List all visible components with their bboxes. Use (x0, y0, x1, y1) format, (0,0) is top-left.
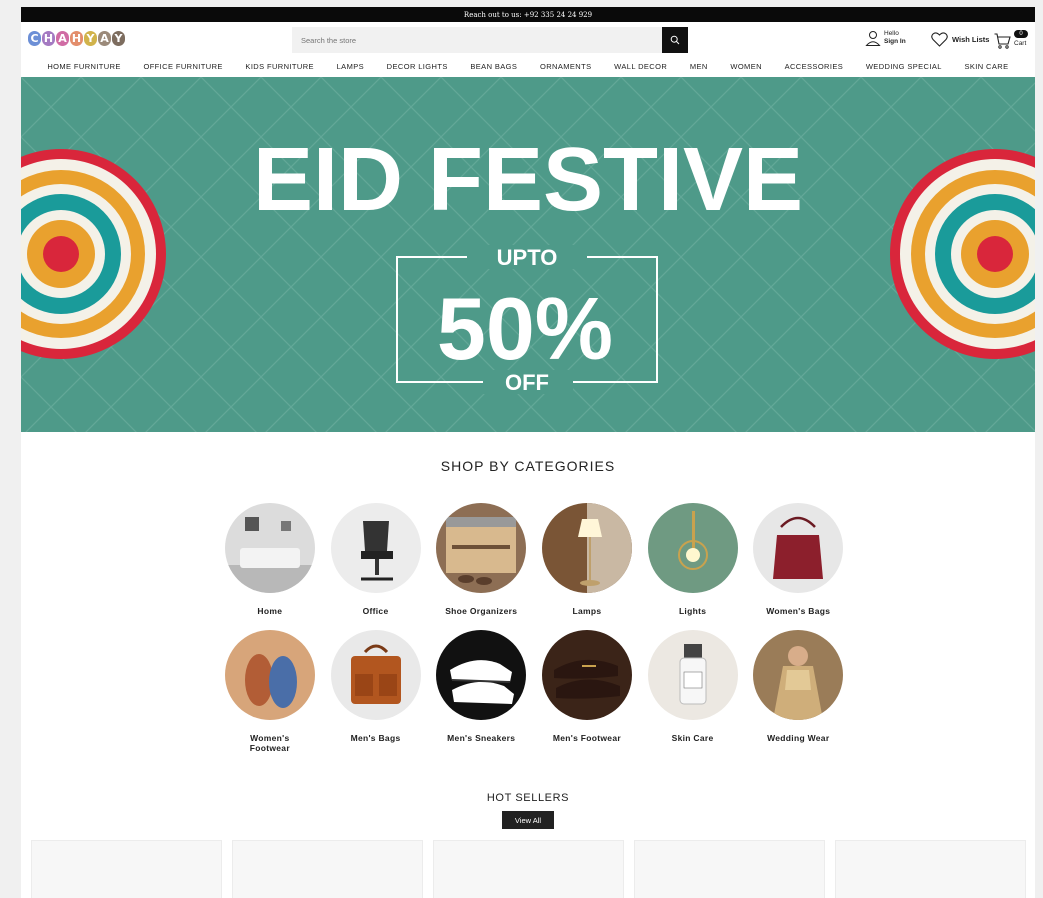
category-item-bridal-dress[interactable]: Wedding Wear (745, 630, 851, 760)
category-item-office-chair[interactable]: Office (323, 503, 429, 630)
category-label[interactable]: Men's Footwear (553, 733, 621, 744)
category-label[interactable]: Wedding Wear (767, 733, 829, 744)
floor-lamp-icon[interactable] (541, 503, 632, 593)
account-signin: Sign In (884, 38, 906, 45)
sneakers-icon[interactable] (436, 630, 527, 720)
womens-bag-icon[interactable] (753, 503, 844, 593)
announcement-bar: Reach out to us: +92 335 24 24 929 (21, 7, 1035, 22)
product-card[interactable] (232, 840, 423, 898)
office-chair-icon[interactable] (330, 503, 421, 593)
search-bar (292, 27, 688, 53)
nav-item-women[interactable]: WOMEN (730, 62, 762, 71)
product-row (31, 840, 1026, 898)
category-item-serum-bottle[interactable]: Skin Care (640, 630, 746, 760)
banner-off: OFF (505, 370, 549, 395)
mens-bag-icon[interactable] (330, 630, 421, 720)
category-item-womens-bag[interactable]: Women's Bags (745, 503, 851, 630)
logo-letter: Y (83, 30, 98, 47)
product-card[interactable] (31, 840, 222, 898)
nav-item-men[interactable]: MEN (690, 62, 708, 71)
category-item-floor-lamp[interactable]: Lamps (534, 503, 640, 630)
product-card[interactable] (433, 840, 624, 898)
nav-item-lamps[interactable]: LAMPS (337, 62, 364, 71)
nav-item-skin-care[interactable]: SKIN CARE (964, 62, 1008, 71)
logo-letter: H (69, 30, 84, 47)
category-item-wall-light[interactable]: Lights (640, 503, 746, 630)
hero-banner[interactable]: EID FESTIVE UPTO 50% OFF (21, 77, 1035, 432)
site-logo[interactable]: CHAHYAY (27, 30, 126, 47)
site-header: CHAHYAY Hello Sign In Wish Lists 0 Cart (21, 22, 1035, 56)
heart-icon (931, 32, 948, 47)
bridal-dress-icon[interactable] (753, 630, 844, 720)
category-item-mens-loafer[interactable]: Men's Footwear (534, 630, 640, 760)
wall-light-icon[interactable] (647, 503, 738, 593)
category-grid: Home Office Shoe Organizers Lamps Lights Wome… (217, 503, 844, 760)
category-label[interactable]: Women's Bags (766, 606, 830, 617)
nav-item-wedding-special[interactable]: WEDDING SPECIAL (866, 62, 942, 71)
category-item-home-furniture[interactable]: Home (217, 503, 323, 630)
category-label[interactable]: Skin Care (672, 733, 714, 744)
logo-letter: Y (111, 30, 126, 47)
banner-upto: UPTO (497, 245, 558, 270)
announcement-text: Reach out to us: +92 335 24 24 929 (463, 10, 593, 19)
category-label[interactable]: Home (257, 606, 282, 617)
category-item-mens-bag[interactable]: Men's Bags (323, 630, 429, 760)
nav-item-decor-lights[interactable]: DECOR LIGHTS (387, 62, 448, 71)
shoe-organizer-icon[interactable] (436, 503, 527, 593)
category-label[interactable]: Lamps (572, 606, 601, 617)
cart-label: Cart (1014, 40, 1027, 47)
banner-artwork: EID FESTIVE UPTO 50% OFF (21, 77, 1035, 432)
hot-sellers-heading: HOT SELLERS (486, 792, 570, 804)
nav-item-accessories[interactable]: ACCESSORIES (785, 62, 844, 71)
nav-item-bean-bags[interactable]: BEAN BAGS (470, 62, 517, 71)
account-hello: Hello (884, 30, 899, 37)
categories-heading: SHOP BY CATEGORIES (440, 458, 616, 474)
nav-item-wall-decor[interactable]: WALL DECOR (614, 62, 667, 71)
wishlist-link[interactable]: Wish Lists (931, 32, 989, 47)
logo-letter: A (55, 30, 70, 47)
category-label[interactable]: Lights (679, 606, 706, 617)
home-furniture-icon[interactable] (224, 503, 315, 593)
account-link[interactable]: Hello Sign In (865, 30, 906, 46)
category-item-sneakers[interactable]: Men's Sneakers (428, 630, 534, 760)
nav-item-home-furniture[interactable]: HOME FURNITURE (47, 62, 121, 71)
view-all-button[interactable]: View All (502, 811, 554, 829)
category-label[interactable]: Women's Footwear (240, 733, 300, 753)
search-icon (670, 35, 680, 45)
mens-loafer-icon[interactable] (541, 630, 632, 720)
user-icon (865, 31, 881, 46)
cart-link[interactable]: 0 Cart (994, 30, 1034, 51)
search-input[interactable] (292, 27, 662, 53)
logo-letter: C (27, 30, 42, 47)
banner-title: EID FESTIVE (253, 130, 803, 230)
product-card[interactable] (634, 840, 825, 898)
nav-item-office-furniture[interactable]: OFFICE FURNITURE (143, 62, 222, 71)
product-card[interactable] (835, 840, 1026, 898)
page: Reach out to us: +92 335 24 24 929 CHAHY… (21, 7, 1035, 898)
category-item-womens-footwear[interactable]: Women's Footwear (217, 630, 323, 760)
womens-footwear-icon[interactable] (224, 630, 315, 720)
category-label[interactable]: Shoe Organizers (445, 606, 517, 617)
nav-item-ornaments[interactable]: ORNAMENTS (540, 62, 592, 71)
main-nav: HOME FURNITURE OFFICE FURNITURE KIDS FURNI… (21, 56, 1035, 77)
category-label[interactable]: Men's Sneakers (447, 733, 515, 744)
logo-letter: A (97, 30, 112, 47)
banner-percent: 50% (437, 279, 613, 378)
wishlist-label: Wish Lists (952, 35, 990, 44)
category-item-shoe-organizer[interactable]: Shoe Organizers (428, 503, 534, 630)
cart-icon (994, 33, 1011, 49)
category-label[interactable]: Men's Bags (351, 733, 401, 744)
nav-item-kids-furniture[interactable]: KIDS FURNITURE (245, 62, 314, 71)
serum-bottle-icon[interactable] (647, 630, 738, 720)
category-label[interactable]: Office (363, 606, 389, 617)
cart-count-badge: 0 (1014, 30, 1028, 38)
logo-letter: H (41, 30, 56, 47)
search-button[interactable] (662, 27, 688, 53)
